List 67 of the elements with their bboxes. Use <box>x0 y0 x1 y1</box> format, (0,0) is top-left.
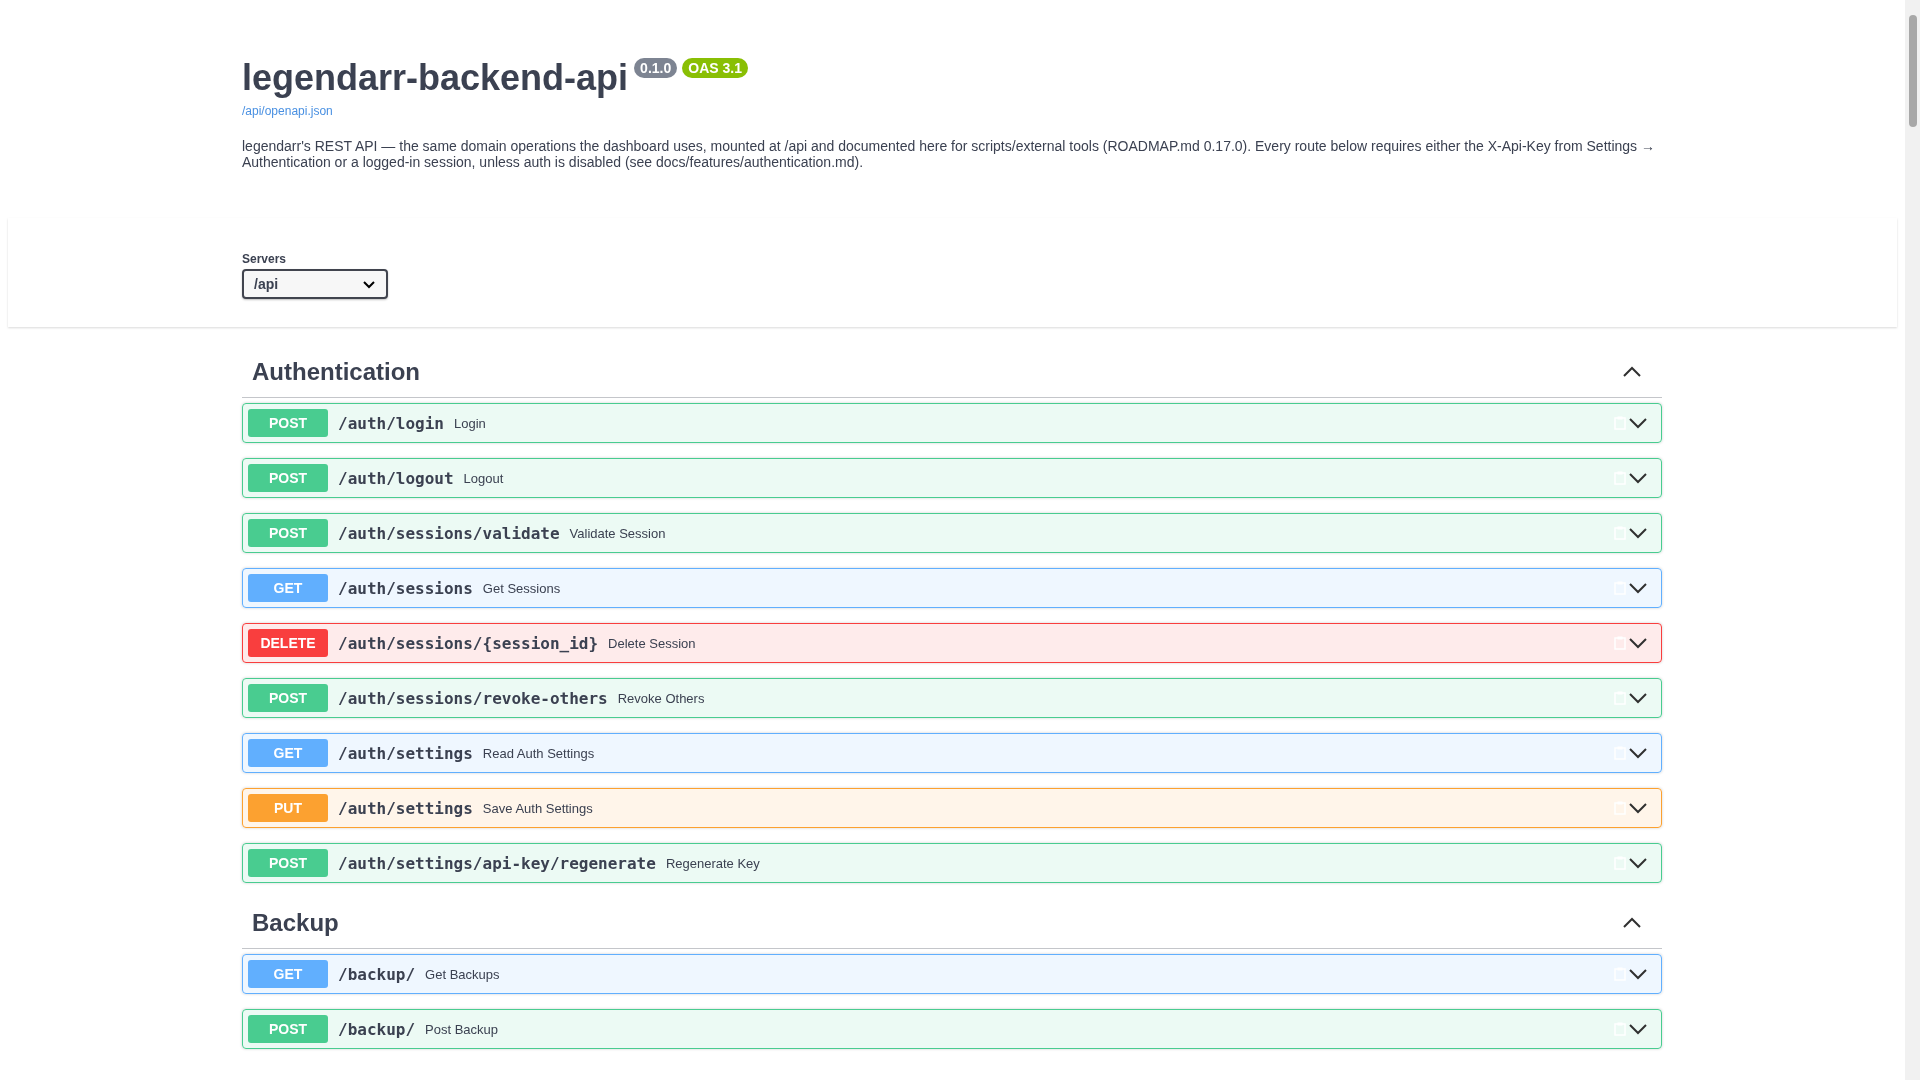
endpoint-summary: Regenerate Key <box>665 855 760 871</box>
operation-row[interactable]: PUT /auth/settings Save Auth Settings <box>242 788 1662 828</box>
operation-row[interactable]: GET /backup/ Get Backups <box>242 954 1662 994</box>
chevron-up-icon[interactable] <box>1622 366 1642 378</box>
api-description: legendarr's REST API — the same domain operations the dashboard uses, mounted at /api and documented here for scripts/external tools (ROADMAP.md 0.17.0). Every route below requires either the X-Api-Key from Settings → Authentication or a logged-in session, unless auth is disabled (see docs/features/authentication.md). <box>242 138 1656 170</box>
method-badge: POST <box>248 849 328 877</box>
method-badge: PUT <box>248 794 328 822</box>
endpoint-path: /auth/sessions/{session_id} <box>338 633 599 653</box>
section-title[interactable]: Authentication <box>252 357 420 387</box>
endpoint-summary: Validate Session <box>569 525 666 541</box>
servers-label: Servers <box>242 252 288 266</box>
endpoint-path: /auth/settings/api-key/regenerate <box>338 853 656 873</box>
method-badge: POST <box>248 409 328 437</box>
endpoint-path: /auth/settings <box>338 798 473 818</box>
method-badge: GET <box>248 960 328 988</box>
endpoint-path: /auth/settings <box>338 743 473 763</box>
chevron-down-icon[interactable] <box>1628 857 1648 869</box>
endpoint-summary: Revoke Others <box>617 690 705 706</box>
operation-row[interactable]: POST /auth/sessions/revoke-others Revoke Others <box>242 678 1662 718</box>
chevron-down-icon[interactable] <box>1628 968 1648 980</box>
section-title[interactable]: Backup <box>252 908 339 938</box>
chevron-down-icon[interactable] <box>1628 417 1648 429</box>
method-badge: POST <box>248 464 328 492</box>
operation-row[interactable]: GET /auth/settings Read Auth Settings <box>242 733 1662 773</box>
endpoint-summary: Get Backups <box>425 966 500 982</box>
endpoint-path: /backup/ <box>338 1019 416 1039</box>
endpoint-summary: Login <box>453 415 486 431</box>
chevron-down-icon[interactable] <box>1628 747 1648 759</box>
endpoint-summary: Post Backup <box>425 1021 499 1037</box>
endpoint-path: /backup/ <box>338 964 416 984</box>
endpoint-summary: Read Auth Settings <box>482 745 595 761</box>
operation-row[interactable]: POST /auth/sessions/validate Validate Session <box>242 513 1662 553</box>
method-badge: POST <box>248 684 328 712</box>
operation-row[interactable]: POST /auth/login Login <box>242 403 1662 443</box>
chevron-down-icon[interactable] <box>1628 802 1648 814</box>
chevron-down-icon[interactable] <box>1628 527 1648 539</box>
operation-row[interactable]: POST /auth/settings/api-key/regenerate Regenerate Key <box>242 843 1662 883</box>
server-select[interactable]: /api <box>242 269 388 299</box>
method-badge: POST <box>248 519 328 547</box>
method-badge: DELETE <box>248 629 328 657</box>
method-badge: GET <box>248 574 328 602</box>
version-badge: 0.1.0 <box>634 58 678 78</box>
operation-row[interactable]: POST /backup/ Post Backup <box>242 1009 1662 1049</box>
chevron-down-icon[interactable] <box>1628 1023 1648 1035</box>
endpoint-summary: Get Sessions <box>482 580 561 596</box>
operation-row[interactable]: DELETE /auth/sessions/{session_id} Delete Session <box>242 623 1662 663</box>
chevron-down-icon[interactable] <box>1628 472 1648 484</box>
endpoint-path: /auth/logout <box>338 468 454 488</box>
chevron-down-icon[interactable] <box>1628 582 1648 594</box>
endpoint-summary: Delete Session <box>608 635 696 651</box>
oas-badge: OAS 3.1 <box>682 58 748 78</box>
method-badge: GET <box>248 739 328 767</box>
operation-row[interactable]: POST /auth/logout Logout <box>242 458 1662 498</box>
endpoint-path: /auth/sessions/revoke-others <box>338 688 608 708</box>
chevron-down-icon[interactable] <box>1628 637 1648 649</box>
scrollbar[interactable] <box>1905 0 1920 1080</box>
method-badge: POST <box>248 1015 328 1043</box>
chevron-up-icon[interactable] <box>1622 917 1642 929</box>
operation-row[interactable]: GET /auth/sessions Get Sessions <box>242 568 1662 608</box>
endpoint-path: /auth/sessions/validate <box>338 523 560 543</box>
endpoint-path: /auth/sessions <box>338 578 473 598</box>
endpoint-summary: Logout <box>463 470 504 486</box>
chevron-down-icon <box>362 279 376 289</box>
endpoint-summary: Save Auth Settings <box>482 800 593 816</box>
endpoint-path: /auth/login <box>338 413 444 433</box>
api-title: legendarr-backend-api <box>242 56 629 100</box>
chevron-down-icon[interactable] <box>1628 692 1648 704</box>
